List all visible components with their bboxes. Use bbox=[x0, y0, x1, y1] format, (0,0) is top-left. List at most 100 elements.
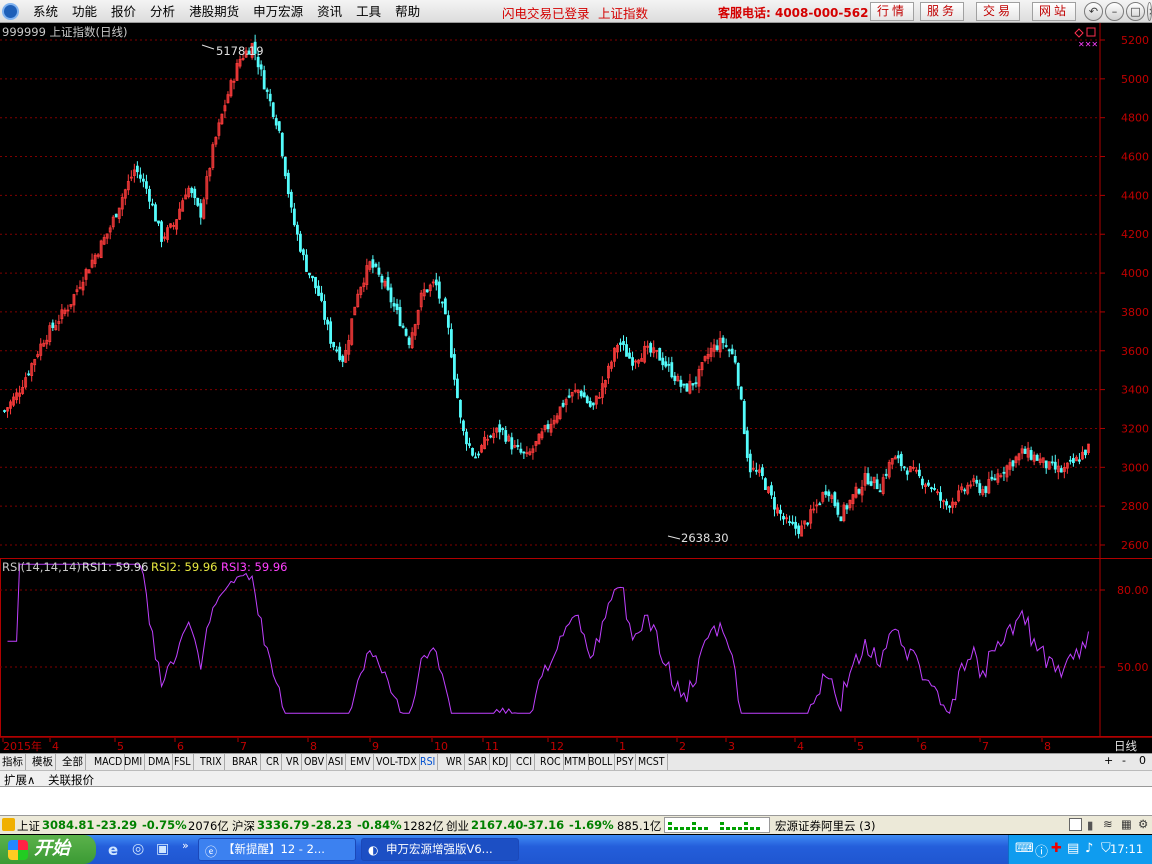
task-swhy[interactable]: 申万宏源增强版V6... bbox=[361, 838, 519, 861]
ie-quicklaunch-icon[interactable]: e bbox=[108, 841, 118, 859]
desktop-quicklaunch-icon[interactable]: ▣ bbox=[156, 841, 169, 857]
candle-body bbox=[745, 430, 749, 458]
task-browser[interactable]: 【新提醒】12 - 2... bbox=[198, 838, 356, 861]
tab-dma[interactable]: DMA bbox=[146, 754, 173, 770]
candle-body bbox=[392, 303, 396, 307]
candle-body bbox=[682, 383, 686, 386]
app-logo-icon[interactable] bbox=[2, 3, 19, 20]
tab-voltdx[interactable]: VOL-TDX bbox=[374, 754, 420, 770]
menu-item-tools[interactable]: 工具 bbox=[349, 3, 388, 20]
candle-body bbox=[308, 272, 311, 276]
tab-kdj[interactable]: KDJ bbox=[490, 754, 512, 770]
minimize-icon[interactable]: – bbox=[1105, 2, 1124, 21]
maximize-icon[interactable]: □ bbox=[1126, 2, 1145, 21]
kline-chart[interactable]: 5200 5000 4800 4600 4400 4200 4000 3800 3600 3400… bbox=[0, 23, 1152, 737]
menu-item-analysis[interactable]: 分析 bbox=[143, 3, 182, 20]
market-breadth-icon[interactable] bbox=[664, 817, 770, 833]
menu-item-swhy[interactable]: 申万宏源 bbox=[246, 3, 310, 20]
candle-body bbox=[797, 525, 801, 534]
tab-asi[interactable]: ASI bbox=[326, 754, 347, 770]
tab-cr[interactable]: CR bbox=[264, 754, 283, 770]
candle-body bbox=[921, 478, 924, 486]
tab-item-1[interactable]: 模板 bbox=[30, 754, 56, 770]
candle-body bbox=[148, 188, 151, 202]
candle-body bbox=[1068, 459, 1072, 462]
market-button[interactable]: 行情 bbox=[870, 2, 914, 21]
tab-plus-button[interactable]: + bbox=[1104, 754, 1113, 767]
tab-obv[interactable]: OBV bbox=[302, 754, 328, 770]
tab-emv[interactable]: EMV bbox=[348, 754, 374, 770]
candle-body bbox=[329, 321, 333, 344]
tab-fsl[interactable]: FSL bbox=[172, 754, 194, 770]
close-icon[interactable]: × bbox=[1147, 2, 1152, 21]
service-button[interactable]: 服务 bbox=[920, 2, 964, 21]
chart-corner-icons[interactable]: ✕✕✕ bbox=[1074, 27, 1098, 49]
tab-boll[interactable]: BOLL bbox=[586, 754, 616, 770]
tab-mcst[interactable]: MCST bbox=[636, 754, 668, 770]
menu-item-news[interactable]: 资讯 bbox=[310, 3, 349, 20]
candle-body bbox=[292, 208, 296, 226]
menu-item-hk-futures[interactable]: 港股期货 bbox=[182, 3, 246, 20]
tab-zero-button[interactable]: 0 bbox=[1139, 754, 1146, 767]
website-button[interactable]: 网站 bbox=[1032, 2, 1076, 21]
sh-amount: 2076亿 bbox=[188, 819, 229, 833]
candle-body bbox=[323, 300, 326, 320]
tab-brar[interactable]: BRAR bbox=[230, 754, 261, 770]
date-axis-svg: 2015年 4 5 6 7 8 9 10 11 12 1 2 3 4 5 6 7 8 日线 bbox=[2, 738, 1137, 753]
tab-wr[interactable]: WR bbox=[444, 754, 465, 770]
candle-body bbox=[440, 301, 444, 304]
candle-body bbox=[449, 329, 453, 358]
expand-quicklaunch-icon[interactable]: » bbox=[182, 839, 189, 852]
tab-item-0[interactable]: 指标 bbox=[0, 754, 26, 770]
menu-item-quote[interactable]: 报价 bbox=[104, 3, 143, 20]
candle-body bbox=[522, 451, 526, 454]
candle-body bbox=[927, 482, 930, 486]
candle-body bbox=[380, 275, 384, 283]
candle-body bbox=[691, 383, 695, 386]
candle-body bbox=[661, 357, 665, 366]
rsi-tick-label: 50.00 bbox=[1117, 661, 1149, 674]
tray-network-icon[interactable]: ▤ bbox=[1067, 841, 1079, 856]
menu-item-system[interactable]: 系统 bbox=[26, 3, 65, 20]
main-menu: 系统 功能 报价 分析 港股期货 申万宏源 资讯 工具 帮助 bbox=[26, 3, 427, 20]
tray-keyboard-icon[interactable]: ⌨ bbox=[1015, 841, 1034, 856]
status-window-icon[interactable] bbox=[1069, 818, 1082, 831]
broadcast-icon[interactable]: ≋ bbox=[1103, 817, 1113, 831]
tab-minus-button[interactable]: - bbox=[1122, 754, 1126, 767]
chart-area[interactable]: 5200 5000 4800 4600 4400 4200 4000 3800 3600 3400… bbox=[0, 23, 1152, 737]
menu-item-help[interactable]: 帮助 bbox=[388, 3, 427, 20]
settings-icon[interactable]: ⚙ bbox=[1138, 817, 1148, 831]
tab-roc[interactable]: ROC bbox=[538, 754, 564, 770]
tab-psy[interactable]: PSY bbox=[614, 754, 637, 770]
tray-info-icon[interactable]: ⓘ bbox=[1035, 841, 1048, 860]
tray-plus-icon[interactable]: ✚ bbox=[1051, 841, 1062, 856]
candle-body bbox=[628, 352, 631, 359]
candle-body bbox=[791, 521, 794, 524]
tab-rsi[interactable]: RSI bbox=[418, 754, 439, 770]
date-label: 8 bbox=[1044, 740, 1051, 753]
period-label[interactable]: 日线 bbox=[1114, 739, 1137, 753]
candle-body bbox=[945, 501, 948, 506]
tab-cci[interactable]: CCI bbox=[514, 754, 535, 770]
date-label: 4 bbox=[797, 740, 804, 753]
back-icon[interactable]: ↶ bbox=[1084, 2, 1103, 21]
candle-body bbox=[459, 399, 462, 418]
candle-body bbox=[456, 378, 459, 399]
tab-macd[interactable]: MACD bbox=[92, 754, 126, 770]
candle-body bbox=[748, 453, 752, 473]
date-label: 8 bbox=[310, 740, 317, 753]
calculator-icon[interactable]: ▦ bbox=[1121, 817, 1132, 831]
tab-dmi[interactable]: DMI bbox=[122, 754, 146, 770]
tab-trix[interactable]: TRIX bbox=[198, 754, 225, 770]
broker-server[interactable]: 宏源证券阿里云 (3) bbox=[775, 818, 875, 834]
tab-vr[interactable]: VR bbox=[284, 754, 303, 770]
menu-item-function[interactable]: 功能 bbox=[65, 3, 104, 20]
candle-body bbox=[510, 437, 514, 450]
app-quicklaunch-icon[interactable]: ◎ bbox=[132, 841, 144, 857]
tab-item-2[interactable]: 全部 bbox=[60, 754, 86, 770]
trade-button[interactable]: 交易 bbox=[976, 2, 1020, 21]
tray-volume-icon[interactable]: ♪ bbox=[1085, 841, 1093, 856]
tab-sar[interactable]: SAR bbox=[466, 754, 491, 770]
price-tick-label: 3600 bbox=[1121, 345, 1149, 358]
candle-body bbox=[764, 478, 767, 490]
